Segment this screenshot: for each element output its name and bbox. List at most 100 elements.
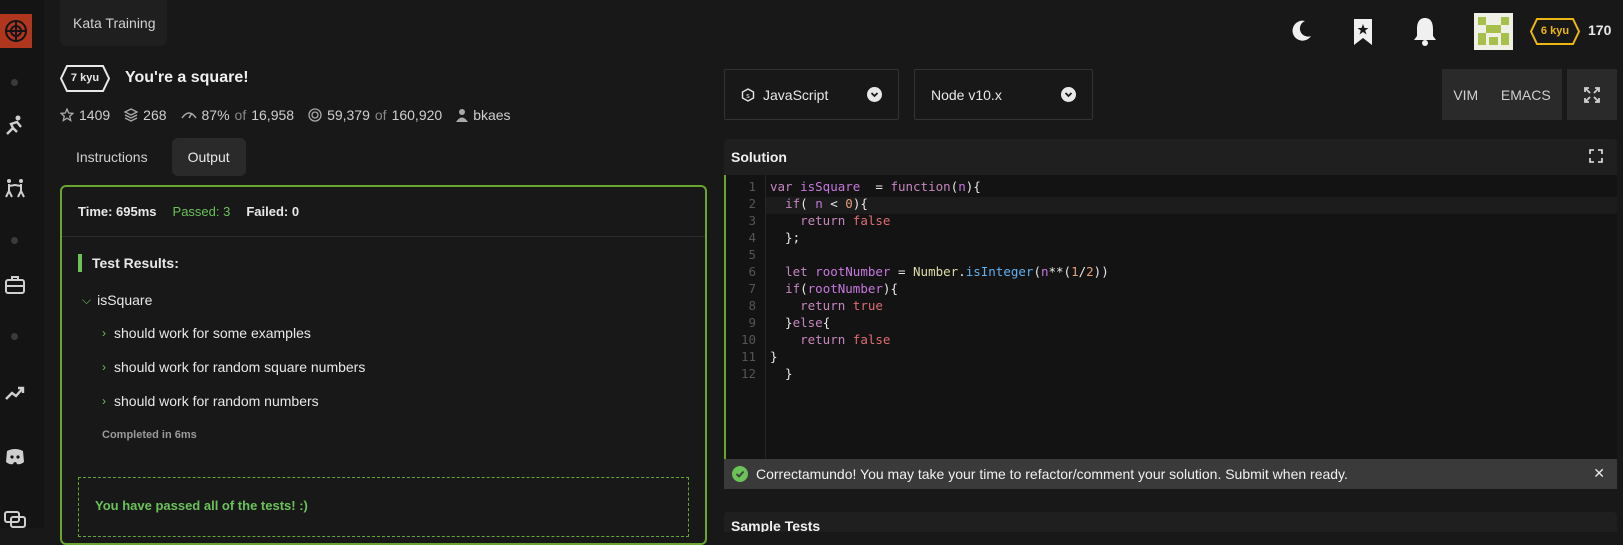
runtime-version-label: Node v10.x: [931, 86, 1002, 103]
code-line: if(rootNumber){: [785, 281, 898, 296]
target-icon: [308, 108, 322, 122]
test-case[interactable]: › should work for random numbers: [102, 393, 319, 409]
satisfaction-icon: [180, 112, 197, 119]
briefcase-icon[interactable]: [3, 273, 27, 297]
test-case-name: should work for some examples: [114, 325, 311, 341]
solution-panel-header: Solution: [724, 139, 1617, 175]
line-number: 1: [748, 179, 756, 194]
satisfaction-of: of: [234, 107, 247, 123]
suite-name: isSquare: [97, 292, 153, 308]
notifications-bell-icon[interactable]: [1412, 12, 1438, 50]
code-line: return true: [800, 298, 883, 313]
sidebar-separator-dot: [11, 237, 18, 244]
test-case[interactable]: › should work for random square numbers: [102, 359, 365, 375]
chevron-down-icon: [1061, 87, 1076, 102]
honor-score: 170: [1588, 22, 1612, 38]
test-case-name: should work for random numbers: [114, 393, 319, 409]
completions-count: 59,379: [327, 107, 370, 123]
dark-mode-icon[interactable]: [1290, 12, 1314, 50]
nodejs-icon: s: [741, 87, 755, 102]
chat-icon[interactable]: [3, 508, 27, 532]
emacs-mode-button[interactable]: EMACS: [1501, 87, 1551, 103]
tab-output[interactable]: Output: [171, 138, 246, 176]
code-line: var isSquare = function(n){: [770, 179, 981, 194]
user-avatar[interactable]: [1474, 13, 1513, 50]
line-number: 3: [748, 213, 756, 228]
chevron-down-icon: ⌵: [82, 292, 92, 307]
tab-instructions[interactable]: Instructions: [60, 138, 164, 176]
discord-icon[interactable]: [3, 445, 27, 469]
line-number: 5: [748, 247, 756, 262]
expand-panel-icon[interactable]: [1589, 149, 1603, 166]
bookmark-icon[interactable]: [1352, 12, 1374, 50]
code-line: };: [770, 230, 801, 245]
codewars-logo[interactable]: [0, 14, 32, 48]
collections-stat[interactable]: 268: [124, 107, 167, 123]
expand-icon: [1584, 86, 1600, 103]
sample-tests-header: Sample Tests: [724, 512, 1617, 532]
leaderboard-icon[interactable]: [3, 381, 27, 405]
code-line: }: [770, 366, 793, 381]
code-line: let rootNumber = Number.isInteger(n**(1/…: [785, 264, 1109, 279]
author-name: bkaes: [473, 107, 511, 123]
chevron-right-icon: ›: [102, 394, 106, 408]
line-number: 6: [748, 264, 756, 279]
active-line-highlight: [766, 197, 1617, 214]
kata-rank-label: 7 kyu: [70, 72, 100, 84]
fullscreen-button[interactable]: [1567, 69, 1617, 120]
output-summary: Time: 695ms Passed: 3 Failed: 0: [62, 187, 705, 237]
practice-icon[interactable]: [3, 176, 27, 200]
test-results-title: Test Results:: [92, 255, 179, 271]
line-number: 12: [740, 366, 756, 381]
output-panel: Time: 695ms Passed: 3 Failed: 0 Test Res…: [60, 185, 707, 545]
code-line: }: [770, 349, 778, 364]
line-number-gutter: 1 2 3 4 5 6 7 8 9 10 11 12: [726, 175, 766, 459]
user-rank-label: 6 kyu: [1540, 25, 1570, 37]
layers-icon: [124, 108, 139, 122]
code-line: }else{: [770, 315, 831, 330]
completed-time: Completed in 6ms: [102, 429, 197, 441]
kata-title[interactable]: You're a square!: [125, 69, 249, 87]
line-number: 9: [748, 315, 756, 330]
solution-title: Solution: [731, 149, 787, 165]
collections-count: 268: [143, 107, 167, 123]
code-editor[interactable]: 1 2 3 4 5 6 7 8 9 10 11 12 var isSquare …: [724, 175, 1617, 459]
test-suite[interactable]: ⌵ isSquare: [82, 292, 152, 308]
user-rank-badge[interactable]: 6 kyu: [1530, 18, 1580, 45]
satisfaction-stat: 87% of 16,958: [180, 107, 295, 123]
editor-mode-group: VIM EMACS: [1442, 69, 1562, 120]
stars-stat[interactable]: 1409: [60, 107, 110, 123]
language-label: JavaScript: [763, 86, 829, 103]
check-circle-icon: [732, 466, 748, 482]
kata-training-tab[interactable]: Kata Training: [60, 0, 167, 46]
vim-mode-button[interactable]: VIM: [1453, 87, 1478, 103]
test-case[interactable]: › should work for some examples: [102, 325, 311, 341]
success-toast: Correctamundo! You may take your time to…: [724, 459, 1617, 489]
training-icon[interactable]: [3, 114, 27, 138]
attempts-count: 160,920: [391, 107, 443, 123]
code-line: return false: [800, 213, 891, 228]
test-case-name: should work for random square numbers: [114, 359, 366, 375]
test-results-heading: Test Results:: [78, 254, 179, 272]
satisfaction-percent: 87%: [201, 107, 230, 123]
chevron-right-icon: ›: [102, 326, 106, 340]
votes-count: 16,958: [251, 107, 295, 123]
passed-message: You have passed all of the tests! :): [78, 477, 689, 537]
line-number: 4: [748, 230, 756, 245]
close-icon[interactable]: ✕: [1593, 465, 1605, 482]
runtime-version-select[interactable]: Node v10.x: [914, 69, 1093, 120]
failed-count: Failed: 0: [246, 204, 300, 219]
completions-of: of: [374, 107, 387, 123]
kata-stats: 1409 268 87% of 16,958 59,379 of 160,920…: [60, 107, 511, 123]
user-icon: [456, 109, 469, 122]
language-select[interactable]: s JavaScript: [724, 69, 899, 120]
passed-count: Passed: 3: [172, 204, 231, 219]
chevron-right-icon: ›: [102, 360, 106, 374]
stars-count: 1409: [79, 107, 111, 123]
chevron-down-icon: [867, 87, 882, 102]
results-accent-bar: [78, 254, 82, 272]
author-stat[interactable]: bkaes: [456, 107, 511, 123]
completions-stat: 59,379 of 160,920: [308, 107, 442, 123]
kata-rank-badge: 7 kyu: [60, 65, 110, 92]
line-number: 8: [748, 298, 756, 313]
